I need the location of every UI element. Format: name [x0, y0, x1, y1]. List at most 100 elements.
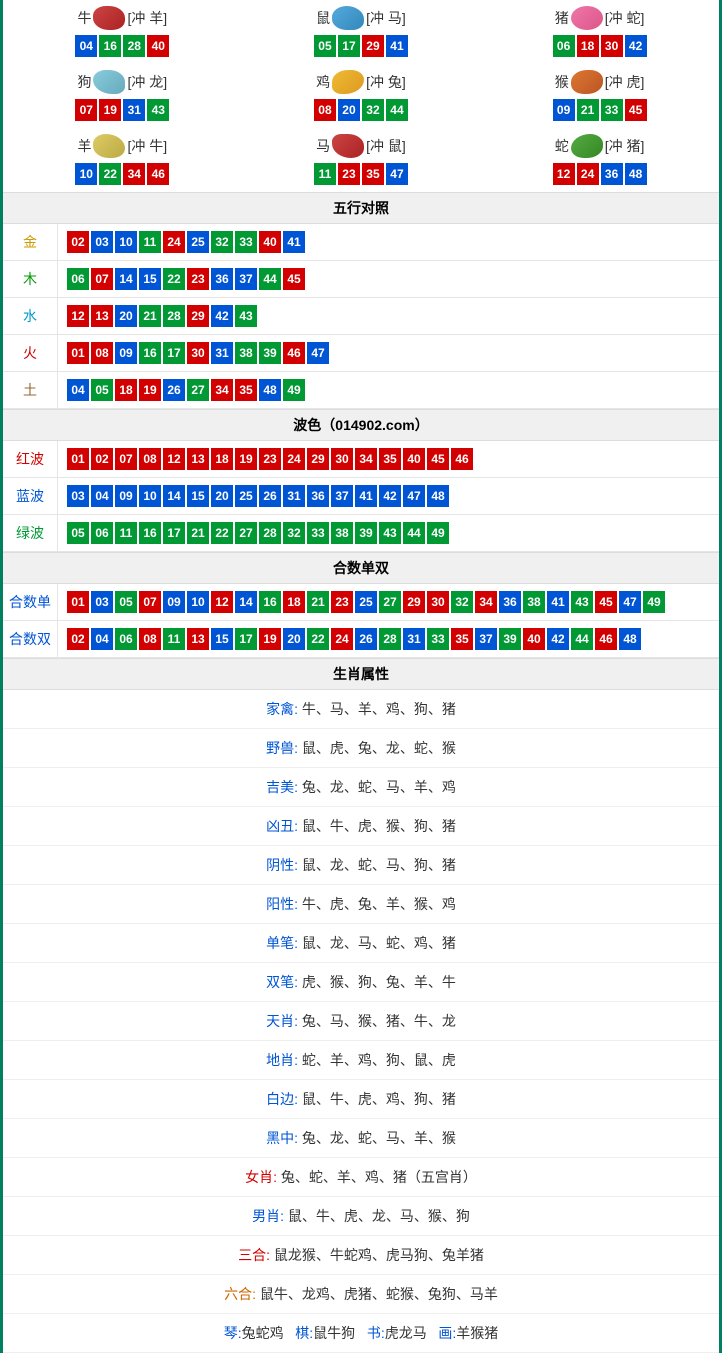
ox-icon [93, 6, 125, 30]
attr-value: 兔、龙、蛇、马、羊、鸡 [302, 779, 456, 795]
number-ball: 14 [235, 591, 257, 613]
row-label: 绿波 [3, 515, 58, 551]
number-ball: 19 [99, 99, 121, 121]
attr-row: 吉美: 兔、龙、蛇、马、羊、鸡 [3, 768, 719, 807]
pig-icon [571, 6, 603, 30]
zodiac-cell: 猴 [冲 虎] 09213345 [480, 64, 719, 128]
number-ball: 45 [625, 99, 647, 121]
number-ball: 07 [91, 268, 113, 290]
number-ball: 34 [475, 591, 497, 613]
number-ball: 22 [163, 268, 185, 290]
number-ball: 36 [307, 485, 329, 507]
data-row: 火 0108091617303138394647 [3, 335, 719, 372]
number-ball: 43 [379, 522, 401, 544]
zodiac-name: 蛇 [555, 136, 569, 156]
number-ball: 39 [499, 628, 521, 650]
number-ball: 49 [283, 379, 305, 401]
number-ball: 30 [427, 591, 449, 613]
zodiac-numbers: 12243648 [480, 162, 719, 186]
footer-d-label: 画: [438, 1325, 456, 1341]
number-ball: 35 [235, 379, 257, 401]
number-ball: 16 [99, 35, 121, 57]
bose-header: 波色（014902.com） [3, 409, 719, 441]
attr-label: 地肖: [266, 1052, 302, 1068]
number-ball: 48 [427, 485, 449, 507]
data-row: 红波 0102070812131819232429303435404546 [3, 441, 719, 478]
number-ball: 10 [187, 591, 209, 613]
zodiac-clash: [冲 羊] [127, 8, 167, 28]
number-ball: 34 [211, 379, 233, 401]
footer-c-val: 虎龙马 [385, 1325, 427, 1341]
number-ball: 16 [139, 522, 161, 544]
number-ball: 04 [67, 379, 89, 401]
number-ball: 47 [386, 163, 408, 185]
zodiac-numbers: 08203244 [242, 98, 481, 122]
number-ball: 29 [307, 448, 329, 470]
zodiac-numbers: 09213345 [480, 98, 719, 122]
row-content: 03040910141520252631363741424748 [58, 478, 719, 514]
number-ball: 35 [362, 163, 384, 185]
number-ball: 06 [553, 35, 575, 57]
attr-row: 凶丑: 鼠、牛、虎、猴、狗、猪 [3, 807, 719, 846]
zodiac-numbers: 04162840 [3, 34, 242, 58]
number-ball: 09 [163, 591, 185, 613]
number-ball: 24 [577, 163, 599, 185]
row-content: 06071415222336374445 [58, 261, 719, 297]
number-ball: 22 [211, 522, 233, 544]
number-ball: 40 [403, 448, 425, 470]
number-ball: 22 [99, 163, 121, 185]
number-ball: 11 [314, 163, 336, 185]
number-ball: 01 [67, 448, 89, 470]
number-ball: 33 [307, 522, 329, 544]
attr-label: 吉美: [266, 779, 302, 795]
number-ball: 44 [259, 268, 281, 290]
number-ball: 17 [163, 342, 185, 364]
number-ball: 39 [355, 522, 377, 544]
number-ball: 08 [314, 99, 336, 121]
zodiac-name: 猴 [555, 72, 569, 92]
number-ball: 33 [427, 628, 449, 650]
number-ball: 25 [355, 591, 377, 613]
zodiac-name: 狗 [77, 72, 91, 92]
zodiac-cell: 鸡 [冲 兔] 08203244 [242, 64, 481, 128]
number-ball: 24 [163, 231, 185, 253]
zodiac-clash: [冲 蛇] [605, 8, 645, 28]
number-ball: 30 [601, 35, 623, 57]
number-ball: 43 [147, 99, 169, 121]
number-ball: 23 [331, 591, 353, 613]
attr-value: 鼠龙猴、牛蛇鸡、虎马狗、兔羊猪 [274, 1247, 484, 1263]
number-ball: 33 [235, 231, 257, 253]
number-ball: 30 [331, 448, 353, 470]
number-ball: 26 [163, 379, 185, 401]
number-ball: 27 [235, 522, 257, 544]
attr-label: 家禽: [266, 701, 302, 717]
number-ball: 38 [235, 342, 257, 364]
footer-a-val: 兔蛇鸡 [242, 1325, 284, 1341]
number-ball: 24 [283, 448, 305, 470]
number-ball: 47 [307, 342, 329, 364]
number-ball: 17 [338, 35, 360, 57]
zodiac-clash: [冲 鼠] [366, 136, 406, 156]
number-ball: 23 [187, 268, 209, 290]
number-ball: 29 [403, 591, 425, 613]
number-ball: 40 [147, 35, 169, 57]
number-ball: 08 [91, 342, 113, 364]
number-ball: 06 [67, 268, 89, 290]
number-ball: 18 [211, 448, 233, 470]
number-ball: 26 [259, 485, 281, 507]
data-row: 合数单 010305070910121416182123252729303234… [3, 584, 719, 621]
snake-icon [571, 134, 603, 158]
number-ball: 41 [386, 35, 408, 57]
number-ball: 15 [139, 268, 161, 290]
attr-value: 牛、马、羊、鸡、狗、猪 [302, 701, 456, 717]
attr-row: 男肖: 鼠、牛、虎、龙、马、猴、狗 [3, 1197, 719, 1236]
wuxing-section: 金 02031011242532334041 木 060714152223363… [3, 224, 719, 409]
number-ball: 18 [577, 35, 599, 57]
number-ball: 40 [259, 231, 281, 253]
attr-label: 野兽: [266, 740, 302, 756]
number-ball: 35 [451, 628, 473, 650]
attr-value: 鼠、牛、虎、龙、马、猴、狗 [288, 1208, 470, 1224]
attr-row: 阴性: 鼠、龙、蛇、马、狗、猪 [3, 846, 719, 885]
attr-row: 地肖: 蛇、羊、鸡、狗、鼠、虎 [3, 1041, 719, 1080]
number-ball: 05 [67, 522, 89, 544]
